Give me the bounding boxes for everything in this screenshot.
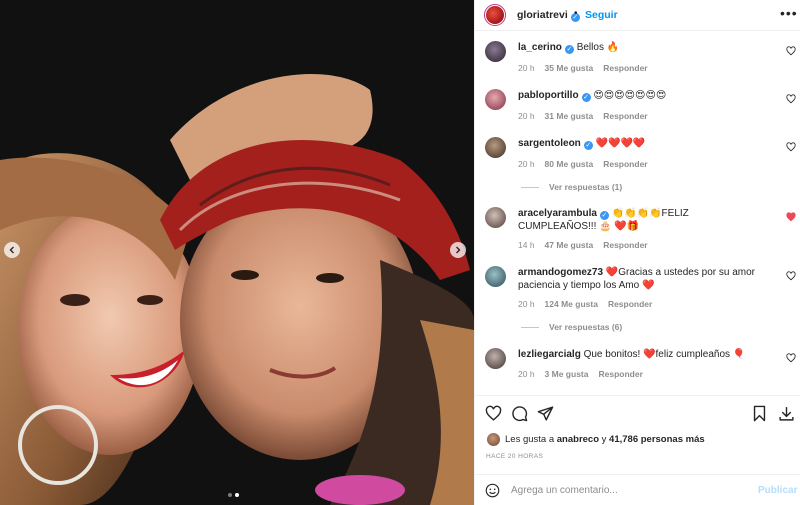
like-comment-heart-icon[interactable]	[786, 94, 796, 104]
verified-badge-icon: ✓	[599, 211, 609, 220]
heart-icon[interactable]	[485, 405, 502, 422]
comment-input[interactable]	[511, 483, 741, 498]
commenter-username[interactable]: armandogomez73	[518, 267, 603, 278]
more-options-icon[interactable]: •••	[780, 5, 798, 21]
like-comment-heart-icon[interactable]	[786, 46, 796, 56]
comment-time: 20 h	[518, 111, 535, 121]
comment-time: 14 h	[518, 240, 535, 250]
download-icon[interactable]	[778, 405, 795, 422]
like-comment-heart-icon[interactable]	[786, 353, 796, 363]
likes-summary: Les gusta a anabreco y 41,786 personas m…	[487, 433, 705, 446]
comment-time: 20 h	[518, 63, 535, 73]
view-replies-button[interactable]: Ver respuestas (1)	[521, 182, 622, 192]
chevron-left-icon	[9, 246, 14, 254]
carousel-dot	[228, 493, 232, 497]
add-comment-bar: Publicar	[475, 474, 800, 505]
post-timestamp[interactable]: HACE 20 HORAS	[486, 453, 543, 460]
commenter-avatar[interactable]	[485, 89, 506, 110]
post-actions-bar	[475, 395, 800, 428]
commenter-username[interactable]: sargentoleon ✓	[518, 138, 593, 150]
comment-likes[interactable]: 31 Me gusta	[545, 111, 594, 121]
comment-text: 😍😍😍😍😍😍😍	[593, 90, 667, 101]
view-replies-button[interactable]: Ver respuestas (6)	[521, 322, 622, 332]
reply-button[interactable]: Responder	[603, 159, 647, 169]
verified-badge-icon: ✓	[581, 93, 591, 102]
comment-time: 20 h	[518, 159, 535, 169]
commenter-username[interactable]: pabloportillo ✓	[518, 90, 591, 102]
next-image-button[interactable]	[450, 242, 466, 258]
verified-badge-icon: ✓	[564, 45, 574, 54]
verified-badge-icon: ✓	[583, 141, 593, 150]
carousel-dot-active	[235, 493, 239, 497]
reply-button[interactable]: Responder	[603, 63, 647, 73]
commenter-username[interactable]: la_cerino ✓	[518, 42, 574, 54]
comment-text: Bellos 🔥	[576, 42, 620, 53]
commenter-username[interactable]: aracelyarambula ✓	[518, 208, 609, 220]
comment-likes[interactable]: 47 Me gusta	[545, 240, 594, 250]
reply-button[interactable]: Responder	[598, 369, 642, 379]
post-side-panel: gloriatrevi ✓ • Seguir ••• la_cerino ✓ Bel…	[474, 0, 800, 505]
commenter-avatar[interactable]	[485, 266, 506, 287]
share-icon[interactable]	[537, 405, 554, 422]
comments-list[interactable]: la_cerino ✓ Bellos 🔥 20 h 35 Me gusta Res…	[475, 31, 800, 395]
commenter-avatar[interactable]	[485, 41, 506, 62]
comment-likes[interactable]: 35 Me gusta	[545, 63, 594, 73]
author-username[interactable]: gloriatrevi ✓	[517, 9, 580, 22]
post-photo	[0, 0, 474, 505]
comment-text: Que bonitos! ❤️feliz cumpleaños 🎈	[583, 349, 746, 360]
follow-button[interactable]: Seguir	[585, 9, 618, 21]
comment-time: 20 h	[518, 299, 535, 309]
commenter-username[interactable]: lezliegarcialg	[518, 349, 581, 360]
liker-username[interactable]: anabreco	[557, 434, 599, 445]
publish-button[interactable]: Publicar	[758, 485, 797, 496]
bookmark-icon[interactable]	[751, 405, 768, 422]
post-image-panel[interactable]	[0, 0, 474, 505]
comment-text: ❤️❤️❤️❤️	[595, 138, 646, 149]
liker-avatar[interactable]	[487, 433, 500, 446]
comment-likes[interactable]: 124 Me gusta	[545, 299, 598, 309]
previous-image-button[interactable]	[4, 242, 20, 258]
reply-button[interactable]: Responder	[603, 240, 647, 250]
reply-button[interactable]: Responder	[603, 111, 647, 121]
likes-count[interactable]: 41,786 personas más	[609, 434, 705, 445]
comment-likes[interactable]: 80 Me gusta	[545, 159, 594, 169]
chevron-right-icon	[456, 246, 461, 254]
like-comment-heart-icon[interactable]	[786, 271, 796, 281]
post-header: gloriatrevi ✓ • Seguir •••	[475, 0, 800, 31]
commenter-avatar[interactable]	[485, 348, 506, 369]
commenter-avatar[interactable]	[485, 207, 506, 228]
emoji-icon[interactable]	[485, 483, 500, 498]
carousel-indicator	[228, 493, 239, 497]
comment-time: 20 h	[518, 369, 535, 379]
comment-icon[interactable]	[511, 405, 528, 422]
commenter-avatar[interactable]	[485, 137, 506, 158]
reply-button[interactable]: Responder	[608, 299, 652, 309]
like-comment-heart-icon[interactable]	[786, 142, 796, 152]
liked-comment-heart-icon[interactable]	[786, 212, 796, 222]
comment-likes[interactable]: 3 Me gusta	[545, 369, 589, 379]
author-avatar[interactable]	[484, 4, 506, 26]
separator-dot: •	[574, 8, 578, 19]
